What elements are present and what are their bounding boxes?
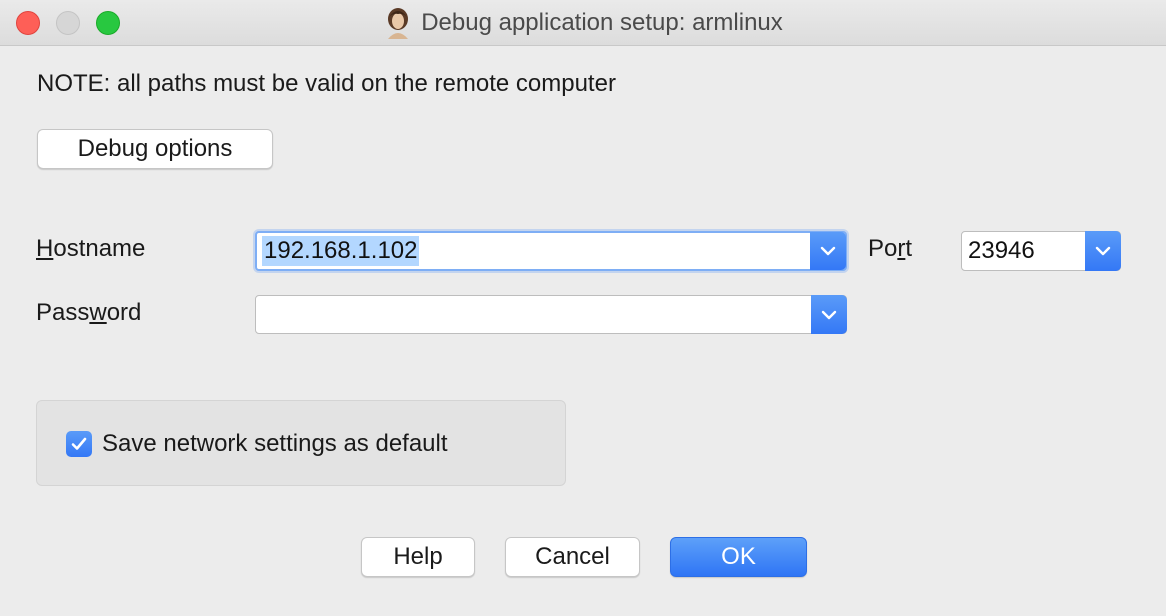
note-text: NOTE: all paths must be valid on the rem… <box>37 70 616 97</box>
port-label: Port <box>868 235 912 263</box>
title-bar: Debug application setup: armlinux <box>0 0 1166 46</box>
debug-setup-dialog: Debug application setup: armlinux NOTE: … <box>0 0 1166 616</box>
help-button[interactable]: Help <box>361 537 475 577</box>
debug-options-button[interactable]: Debug options <box>37 129 273 169</box>
password-combo[interactable] <box>255 295 847 334</box>
hostname-input[interactable]: 192.168.1.102 <box>262 236 420 266</box>
hostname-label: Hostname <box>36 235 145 263</box>
hostname-combo[interactable]: 192.168.1.102 <box>255 231 847 271</box>
chevron-down-icon <box>820 246 836 256</box>
password-label: Password <box>36 299 141 327</box>
password-label-post: ord <box>106 299 142 326</box>
password-label-mnemonic: w <box>89 299 107 326</box>
hostname-label-mnemonic: H <box>36 235 54 262</box>
cancel-button[interactable]: Cancel <box>505 537 640 577</box>
ok-button[interactable]: OK <box>670 537 807 577</box>
title-wrap: Debug application setup: armlinux <box>0 0 1166 46</box>
save-default-label[interactable]: Save network settings as default <box>102 430 448 458</box>
checkmark-icon <box>71 437 87 450</box>
port-label-pre: Po <box>868 235 898 262</box>
hostname-dropdown-button[interactable] <box>810 232 846 270</box>
chevron-down-icon <box>1095 246 1111 256</box>
port-input[interactable]: 23946 <box>962 237 1035 265</box>
port-combo[interactable]: 23946 <box>961 231 1121 271</box>
password-label-pre: Pass <box>36 299 90 326</box>
chevron-down-icon <box>821 310 837 319</box>
port-label-post: t <box>905 235 913 262</box>
window-title: Debug application setup: armlinux <box>421 9 783 36</box>
hostname-label-post: ostname <box>53 235 146 262</box>
password-dropdown-button[interactable] <box>811 295 847 334</box>
save-default-checkbox[interactable] <box>66 431 92 457</box>
port-dropdown-button[interactable] <box>1085 231 1121 271</box>
app-portrait-icon <box>383 7 413 39</box>
